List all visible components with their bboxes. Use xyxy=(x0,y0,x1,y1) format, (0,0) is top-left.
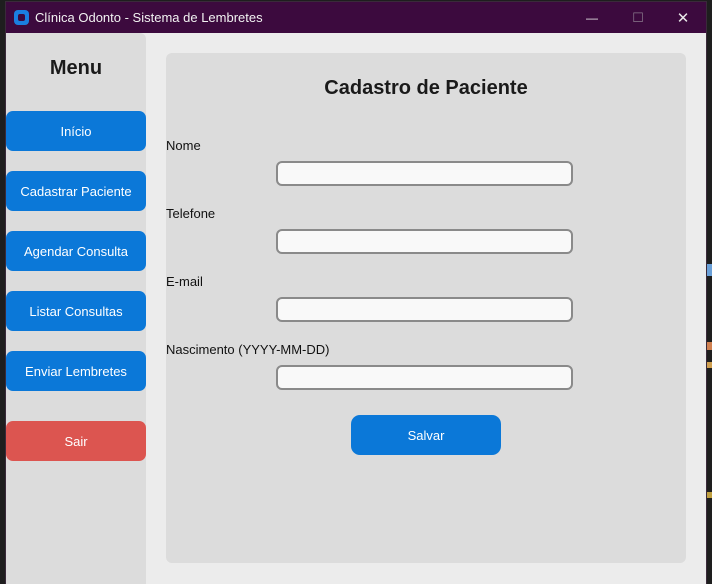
sidebar-item-inicio[interactable]: Início xyxy=(6,111,146,151)
app-window: Clínica Odonto - Sistema de Lembretes — … xyxy=(6,2,706,584)
phone-label: Telefone xyxy=(166,206,216,221)
sidebar-item-enviar-lembretes[interactable]: Enviar Lembretes xyxy=(6,351,146,391)
name-label: Nome xyxy=(166,138,201,153)
sidebar-item-label: Início xyxy=(60,123,92,139)
close-icon: ✕ xyxy=(676,9,690,27)
name-input[interactable] xyxy=(276,161,573,186)
sidebar-item-cadastrar-paciente[interactable]: Cadastrar Paciente xyxy=(6,171,146,211)
sidebar-item-label: Enviar Lembretes xyxy=(25,363,127,379)
phone-input[interactable] xyxy=(276,229,573,254)
exit-button[interactable]: Sair xyxy=(6,421,146,461)
birthdate-input[interactable] xyxy=(276,365,573,390)
sidebar-item-agendar-consulta[interactable]: Agendar Consulta xyxy=(6,231,146,271)
title-bar: Clínica Odonto - Sistema de Lembretes — … xyxy=(6,2,706,33)
sidebar-item-listar-consultas[interactable]: Listar Consultas xyxy=(6,291,146,331)
save-label: Salvar xyxy=(407,427,445,443)
sidebar-item-label: Agendar Consulta xyxy=(23,243,129,259)
save-button[interactable]: Salvar xyxy=(351,415,501,455)
maximize-button[interactable]: ☐ xyxy=(615,2,661,33)
close-button[interactable]: ✕ xyxy=(660,2,706,33)
email-label: E-mail xyxy=(166,274,203,289)
form-title: Cadastro de Paciente xyxy=(324,77,528,99)
exit-label: Sair xyxy=(64,433,88,449)
sidebar-item-label: Cadastrar Paciente xyxy=(20,183,132,199)
patient-form-panel: Cadastro de Paciente Nome Telefone E-mai… xyxy=(166,53,686,563)
window-title: Clínica Odonto - Sistema de Lembretes xyxy=(35,10,263,25)
minimize-icon: — xyxy=(586,10,598,25)
birthdate-label: Nascimento (YYYY-MM-DD) xyxy=(166,342,330,357)
minimize-button[interactable]: — xyxy=(569,2,615,33)
sidebar: Menu Início Cadastrar Paciente Agendar C… xyxy=(6,33,146,584)
app-icon xyxy=(14,10,29,25)
sidebar-item-label: Listar Consultas xyxy=(29,303,123,319)
maximize-icon: ☐ xyxy=(632,9,644,25)
sidebar-title: Menu xyxy=(49,57,103,79)
email-input[interactable] xyxy=(276,297,573,322)
